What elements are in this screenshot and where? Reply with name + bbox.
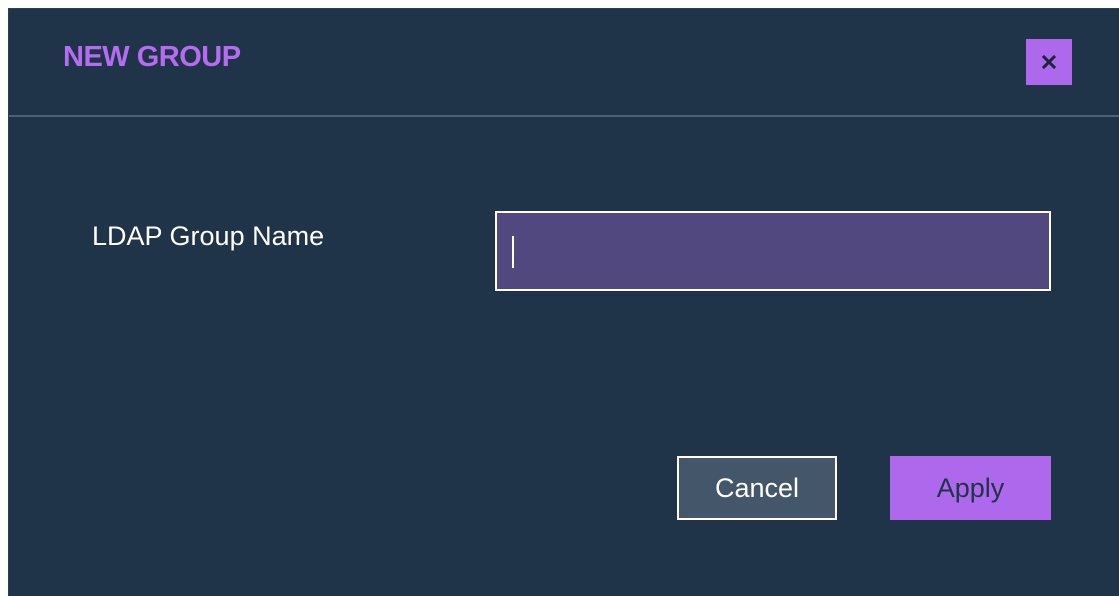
- ldap-group-name-input[interactable]: [495, 211, 1051, 291]
- dialog-title: NEW GROUP: [63, 41, 241, 73]
- apply-button[interactable]: Apply: [890, 456, 1051, 520]
- close-icon: [1041, 54, 1057, 70]
- ldap-group-name-label: LDAP Group Name: [92, 221, 325, 251]
- cancel-button[interactable]: Cancel: [677, 456, 837, 520]
- new-group-dialog: NEW GROUP LDAP Group Name Cancel Apply: [8, 8, 1119, 596]
- dialog-header: NEW GROUP: [9, 9, 1119, 117]
- close-button[interactable]: [1026, 39, 1072, 85]
- text-cursor: [512, 236, 514, 268]
- background-page-strip: [0, 0, 1119, 8]
